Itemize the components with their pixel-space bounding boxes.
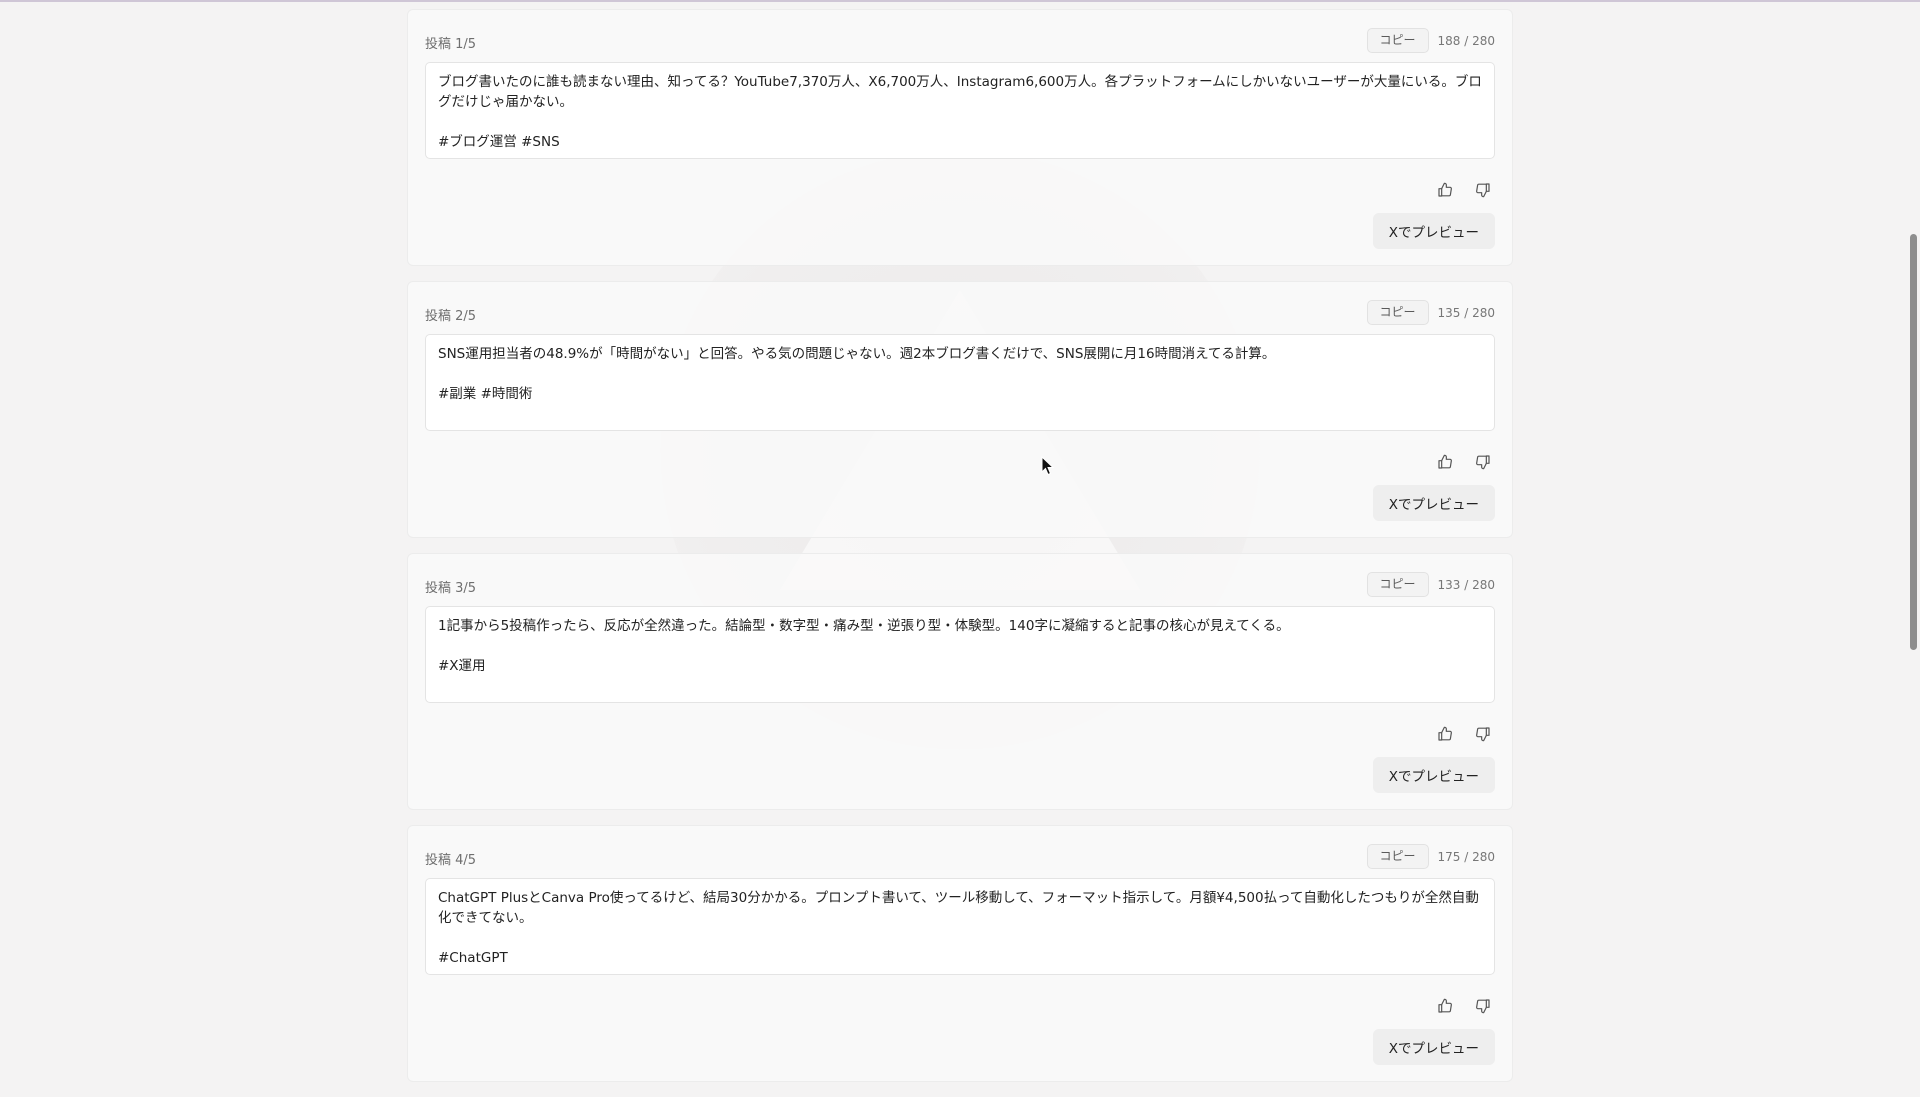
- preview-on-x-button[interactable]: Xでプレビュー: [1372, 1029, 1495, 1065]
- post-header: 投稿 3/5 コピー 133 / 280: [425, 571, 1495, 599]
- post-card: 投稿 3/5 コピー 133 / 280 1記事から5投稿作ったら、反応が全然違…: [407, 553, 1513, 810]
- post-header-actions: コピー 188 / 280: [1366, 28, 1495, 53]
- feedback-buttons: [1433, 994, 1495, 1018]
- post-card: 投稿 2/5 コピー 135 / 280 SNS運用担当者の48.9%が「時間が…: [407, 281, 1513, 538]
- copy-button[interactable]: コピー: [1366, 572, 1429, 597]
- preview-on-x-button[interactable]: Xでプレビュー: [1372, 213, 1495, 249]
- post-text-field[interactable]: 1記事から5投稿作ったら、反応が全然違った。結論型・数字型・痛み型・逆張り型・体…: [425, 606, 1495, 703]
- post-card: 投稿 4/5 コピー 175 / 280 ChatGPT PlusとCanva …: [407, 825, 1513, 1082]
- scrollbar-thumb[interactable]: [1910, 234, 1917, 650]
- post-number-label: 投稿 3/5: [425, 581, 477, 596]
- thumbs-up-icon[interactable]: [1433, 722, 1457, 746]
- window-top-border: [0, 0, 1920, 2]
- post-card: 投稿 1/5 コピー 188 / 280 ブログ書いたのに誰も読まない理由、知っ…: [407, 9, 1513, 266]
- preview-on-x-button[interactable]: Xでプレビュー: [1372, 485, 1495, 521]
- post-header-actions: コピー 175 / 280: [1366, 844, 1495, 869]
- thumbs-down-icon[interactable]: [1471, 722, 1495, 746]
- feedback-buttons: [1433, 722, 1495, 746]
- thumbs-down-icon[interactable]: [1471, 994, 1495, 1018]
- copy-button[interactable]: コピー: [1366, 844, 1429, 869]
- feedback-buttons: [1433, 178, 1495, 202]
- character-count: 175 / 280: [1437, 849, 1495, 864]
- character-count: 188 / 280: [1437, 33, 1495, 48]
- post-header: 投稿 2/5 コピー 135 / 280: [425, 299, 1495, 327]
- post-text-field[interactable]: SNS運用担当者の48.9%が「時間がない」と回答。やる気の問題じゃない。週2本…: [425, 334, 1495, 431]
- thumbs-up-icon[interactable]: [1433, 994, 1457, 1018]
- post-number-label: 投稿 4/5: [425, 853, 477, 868]
- post-header-actions: コピー 133 / 280: [1366, 572, 1495, 597]
- copy-button[interactable]: コピー: [1366, 300, 1429, 325]
- page-scrollbar[interactable]: [1904, 0, 1920, 960]
- copy-button[interactable]: コピー: [1366, 28, 1429, 53]
- post-number-label: 投稿 2/5: [425, 309, 477, 324]
- character-count: 135 / 280: [1437, 305, 1495, 320]
- post-list: 投稿 1/5 コピー 188 / 280 ブログ書いたのに誰も読まない理由、知っ…: [407, 9, 1513, 1097]
- post-header-actions: コピー 135 / 280: [1366, 300, 1495, 325]
- mouse-cursor-icon: [1041, 456, 1055, 476]
- thumbs-up-icon[interactable]: [1433, 178, 1457, 202]
- post-header: 投稿 4/5 コピー 175 / 280: [425, 843, 1495, 871]
- post-number-label: 投稿 1/5: [425, 37, 477, 52]
- feedback-buttons: [1433, 450, 1495, 474]
- thumbs-down-icon[interactable]: [1471, 450, 1495, 474]
- thumbs-down-icon[interactable]: [1471, 178, 1495, 202]
- preview-on-x-button[interactable]: Xでプレビュー: [1372, 757, 1495, 793]
- post-text-field[interactable]: ChatGPT PlusとCanva Pro使ってるけど、結局30分かかる。プロ…: [425, 878, 1495, 975]
- post-header: 投稿 1/5 コピー 188 / 280: [425, 27, 1495, 55]
- thumbs-up-icon[interactable]: [1433, 450, 1457, 474]
- character-count: 133 / 280: [1437, 577, 1495, 592]
- post-text-field[interactable]: ブログ書いたのに誰も読まない理由、知ってる？YouTube7,370万人、X6,…: [425, 62, 1495, 159]
